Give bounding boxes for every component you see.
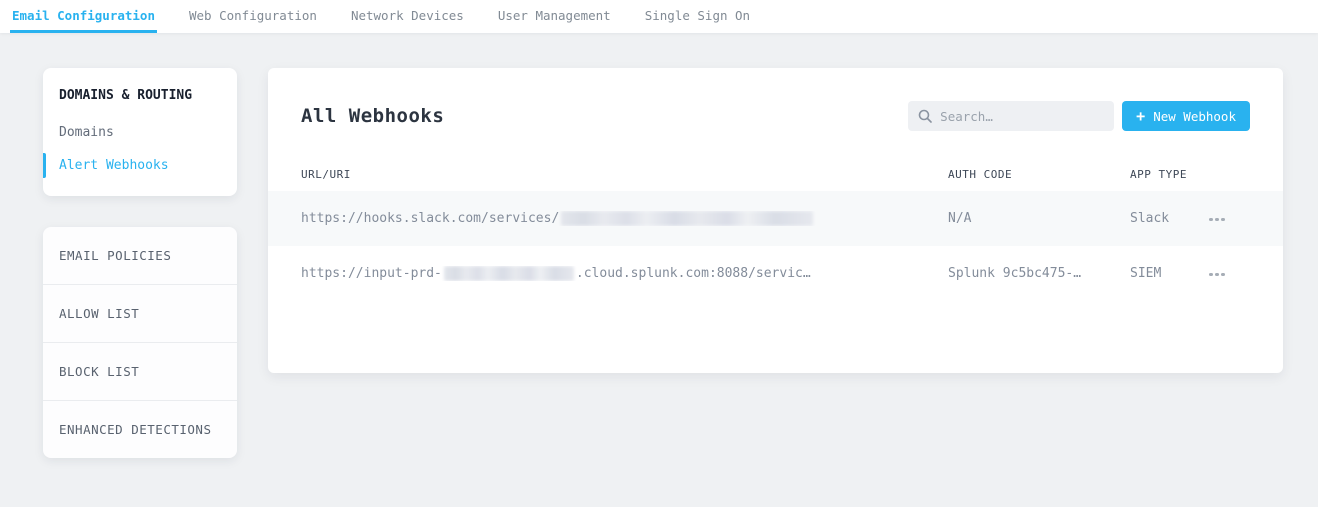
tab-network-devices[interactable]: Network Devices bbox=[349, 0, 466, 33]
active-indicator-bar bbox=[43, 153, 46, 178]
panel-header: All Webhooks + New Webhook bbox=[268, 68, 1283, 157]
sidebar-item-block-list[interactable]: BLOCK LIST bbox=[43, 343, 237, 401]
sidebar-item-domains[interactable]: Domains bbox=[43, 120, 237, 145]
sidebar: DOMAINS & ROUTING Domains Alert Webhooks… bbox=[43, 68, 237, 458]
search-icon bbox=[918, 109, 932, 123]
plus-icon: + bbox=[1136, 109, 1145, 124]
sidebar-item-label: Domains bbox=[59, 125, 114, 140]
url-cell: https://hooks.slack.com/services/ bbox=[301, 211, 948, 226]
auth-code-cell: Splunk 9c5bc475-… bbox=[948, 266, 1130, 281]
webhooks-panel: All Webhooks + New Webhook URL/URI AUTH … bbox=[268, 68, 1283, 373]
url-text: https://input-prd- bbox=[301, 266, 442, 281]
table-row[interactable]: https://hooks.slack.com/services/ N/A Sl… bbox=[268, 191, 1283, 246]
new-webhook-button-label: New Webhook bbox=[1153, 109, 1236, 124]
sidebar-item-alert-webhooks[interactable]: Alert Webhooks bbox=[43, 153, 237, 178]
column-header-auth-code: AUTH CODE bbox=[948, 168, 1130, 181]
redacted-url-segment bbox=[444, 266, 574, 281]
panel-actions: + New Webhook bbox=[908, 101, 1250, 131]
table-header-row: URL/URI AUTH CODE APP TYPE bbox=[268, 157, 1283, 191]
auth-code-cell: N/A bbox=[948, 211, 1130, 226]
row-actions-menu-icon[interactable] bbox=[1207, 267, 1227, 283]
search-input[interactable] bbox=[940, 109, 1104, 124]
row-actions-menu-icon[interactable] bbox=[1207, 212, 1227, 228]
sidebar-item-allow-list[interactable]: ALLOW LIST bbox=[43, 285, 237, 343]
column-header-app-type: APP TYPE bbox=[1130, 168, 1207, 181]
table-row[interactable]: https://input-prd- .cloud.splunk.com:808… bbox=[268, 246, 1283, 301]
tab-web-configuration[interactable]: Web Configuration bbox=[187, 0, 319, 33]
url-text: https://hooks.slack.com/services/ bbox=[301, 211, 559, 226]
url-cell: https://input-prd- .cloud.splunk.com:808… bbox=[301, 266, 948, 281]
app-type-cell: SIEM bbox=[1130, 266, 1207, 281]
column-header-url: URL/URI bbox=[301, 168, 948, 181]
sidebar-item-enhanced-detections[interactable]: ENHANCED DETECTIONS bbox=[43, 401, 237, 458]
tab-user-management[interactable]: User Management bbox=[496, 0, 613, 33]
sidebar-item-email-policies[interactable]: EMAIL POLICIES bbox=[43, 227, 237, 285]
new-webhook-button[interactable]: + New Webhook bbox=[1122, 101, 1250, 131]
tab-single-sign-on[interactable]: Single Sign On bbox=[643, 0, 752, 33]
redacted-url-segment bbox=[561, 211, 813, 226]
sidebar-item-label: Alert Webhooks bbox=[59, 158, 169, 173]
sidebar-sections-card: EMAIL POLICIES ALLOW LIST BLOCK LIST ENH… bbox=[43, 227, 237, 458]
domains-routing-card: DOMAINS & ROUTING Domains Alert Webhooks bbox=[43, 68, 237, 196]
page-title: All Webhooks bbox=[301, 105, 444, 127]
url-text: .cloud.splunk.com:8088/servic… bbox=[576, 266, 811, 281]
search-box[interactable] bbox=[908, 101, 1114, 131]
app-type-cell: Slack bbox=[1130, 211, 1207, 226]
top-navigation: Email Configuration Web Configuration Ne… bbox=[0, 0, 1318, 33]
content-area: DOMAINS & ROUTING Domains Alert Webhooks… bbox=[0, 33, 1318, 458]
domains-routing-heading: DOMAINS & ROUTING bbox=[43, 88, 237, 103]
tab-email-configuration[interactable]: Email Configuration bbox=[10, 0, 157, 33]
